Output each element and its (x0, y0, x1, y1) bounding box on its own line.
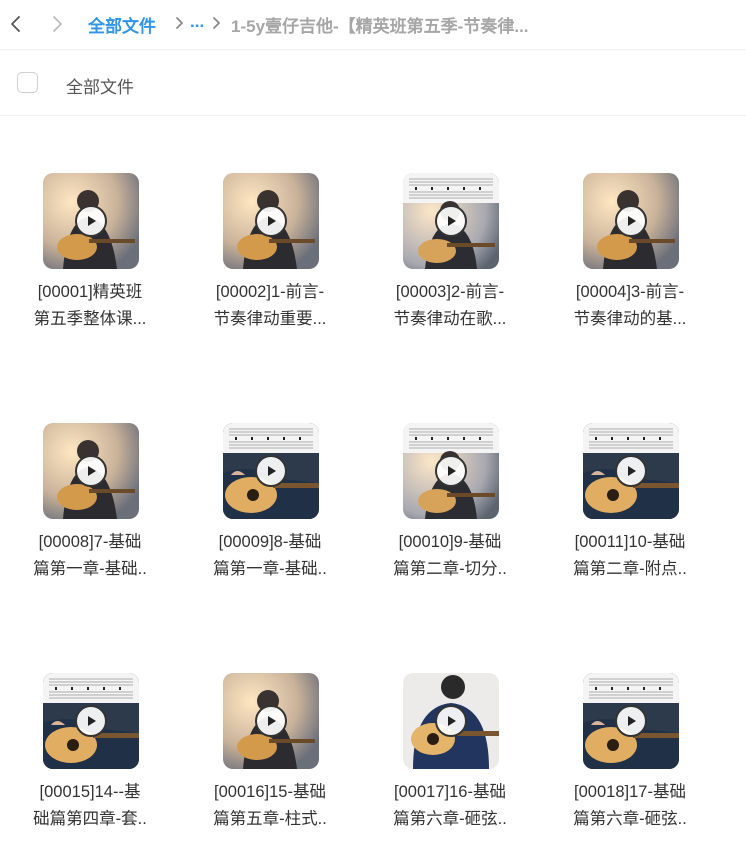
file-name-line2: 第五季整体课... (33, 310, 147, 328)
file-item[interactable]: [00008]7-基础 篇第一章-基础.. (0, 367, 180, 578)
file-name: [00018]17-基础 篇第六章-砸弦.. (540, 779, 720, 833)
video-thumbnail[interactable] (583, 673, 679, 769)
breadcrumb-ellipsis[interactable]: ... (190, 12, 204, 32)
file-name: [00010]9-基础 篇第二章-切分.. (360, 529, 540, 583)
video-thumbnail[interactable] (223, 173, 319, 269)
file-item[interactable]: [00003]2-前言- 节奏律动在歌... (360, 117, 540, 328)
file-name-line2: 节奏律动的基... (573, 310, 687, 328)
play-icon[interactable] (435, 705, 467, 737)
play-icon[interactable] (615, 705, 647, 737)
file-name-line1: [00009]8-基础 (218, 533, 322, 551)
file-name-line2: 篇第二章-附点.. (573, 560, 687, 578)
chevron-right-icon (212, 15, 224, 31)
play-icon[interactable] (615, 205, 647, 237)
file-item[interactable]: [00011]10-基础 篇第二章-附点.. (540, 367, 720, 578)
file-name-line2: 篇第一章-基础.. (213, 560, 327, 578)
video-thumbnail[interactable] (403, 173, 499, 269)
file-item[interactable]: [00002]1-前言- 节奏律动重要... (180, 117, 360, 328)
file-name-line1: [00011]10-基础 (574, 533, 686, 551)
file-item[interactable]: [00010]9-基础 篇第二章-切分.. (360, 367, 540, 578)
file-name: [00002]1-前言- 节奏律动重要... (180, 279, 360, 333)
play-icon[interactable] (255, 705, 287, 737)
file-name-line1: [00018]17-基础 (574, 783, 686, 801)
file-name-line1: [00002]1-前言- (215, 283, 325, 301)
file-item[interactable]: [00016]15-基础 篇第五章-柱式.. (180, 617, 360, 828)
video-thumbnail[interactable] (43, 173, 139, 269)
file-name-line1: [00017]16-基础 (394, 783, 506, 801)
forward-arrow-icon[interactable] (45, 11, 69, 37)
video-thumbnail[interactable] (43, 423, 139, 519)
file-name-line1: [00016]15-基础 (214, 783, 326, 801)
play-icon[interactable] (435, 205, 467, 237)
play-icon[interactable] (75, 455, 107, 487)
file-name-line1: [00004]3-前言- (575, 283, 685, 301)
file-name: [00016]15-基础 篇第五章-柱式.. (180, 779, 360, 833)
play-icon[interactable] (435, 455, 467, 487)
file-name-line2: 篇第五章-柱式.. (213, 810, 327, 828)
play-icon[interactable] (615, 455, 647, 487)
file-item[interactable]: [00004]3-前言- 节奏律动的基... (540, 117, 720, 328)
video-thumbnail[interactable] (583, 423, 679, 519)
file-item[interactable]: [00001]精英班 第五季整体课... (0, 117, 180, 328)
top-nav-bar: 全部文件 ... 1-5y壹仔吉他-【精英班第五季-节奏律... (0, 0, 746, 50)
file-item[interactable]: [00018]17-基础 篇第六章-砸弦.. (540, 617, 720, 828)
file-name: [00008]7-基础 篇第一章-基础.. (0, 529, 180, 583)
file-name-line1: [00015]14--基 (39, 783, 141, 801)
file-name-line1: [00008]7-基础 (38, 533, 142, 551)
file-name-line2: 节奏律动重要... (213, 310, 327, 328)
file-name-line2: 础篇第四章-套.. (33, 810, 147, 828)
file-item[interactable]: [00015]14--基 础篇第四章-套.. (0, 617, 180, 828)
video-thumbnail[interactable] (583, 173, 679, 269)
file-name: [00017]16-基础 篇第六章-砸弦.. (360, 779, 540, 833)
file-item[interactable]: [00017]16-基础 篇第六章-砸弦.. (360, 617, 540, 828)
file-item[interactable]: [00009]8-基础 篇第一章-基础.. (180, 367, 360, 578)
file-name-line2: 篇第一章-基础.. (33, 560, 147, 578)
file-name: [00009]8-基础 篇第一章-基础.. (180, 529, 360, 583)
file-name-line2: 篇第六章-砸弦.. (573, 810, 687, 828)
breadcrumb-current: 1-5y壹仔吉他-【精英班第五季-节奏律... (231, 17, 529, 36)
video-thumbnail[interactable] (223, 423, 319, 519)
file-name-line1: [00003]2-前言- (395, 283, 505, 301)
play-icon[interactable] (75, 205, 107, 237)
file-name-line2: 篇第二章-切分.. (393, 560, 507, 578)
file-name-line1: [00001]精英班 (37, 283, 143, 301)
chevron-right-icon (175, 15, 187, 31)
list-header: 全部文件 (0, 52, 746, 116)
play-icon[interactable] (255, 455, 287, 487)
file-name-line1: [00010]9-基础 (398, 533, 502, 551)
video-thumbnail[interactable] (403, 673, 499, 769)
breadcrumb-root[interactable]: 全部文件 (88, 12, 156, 37)
file-name: [00011]10-基础 篇第二章-附点.. (540, 529, 720, 583)
file-name-line2: 节奏律动在歌... (393, 310, 507, 328)
play-icon[interactable] (255, 205, 287, 237)
select-all-checkbox[interactable] (17, 72, 38, 93)
back-arrow-icon[interactable] (4, 11, 28, 37)
file-name: [00004]3-前言- 节奏律动的基... (540, 279, 720, 333)
video-thumbnail[interactable] (223, 673, 319, 769)
file-name-line2: 篇第六章-砸弦.. (393, 810, 507, 828)
play-icon[interactable] (75, 705, 107, 737)
header-title: 全部文件 (66, 78, 134, 97)
file-name: [00015]14--基 础篇第四章-套.. (0, 779, 180, 833)
file-name: [00001]精英班 第五季整体课... (0, 279, 180, 333)
file-name: [00003]2-前言- 节奏律动在歌... (360, 279, 540, 333)
video-thumbnail[interactable] (403, 423, 499, 519)
video-thumbnail[interactable] (43, 673, 139, 769)
